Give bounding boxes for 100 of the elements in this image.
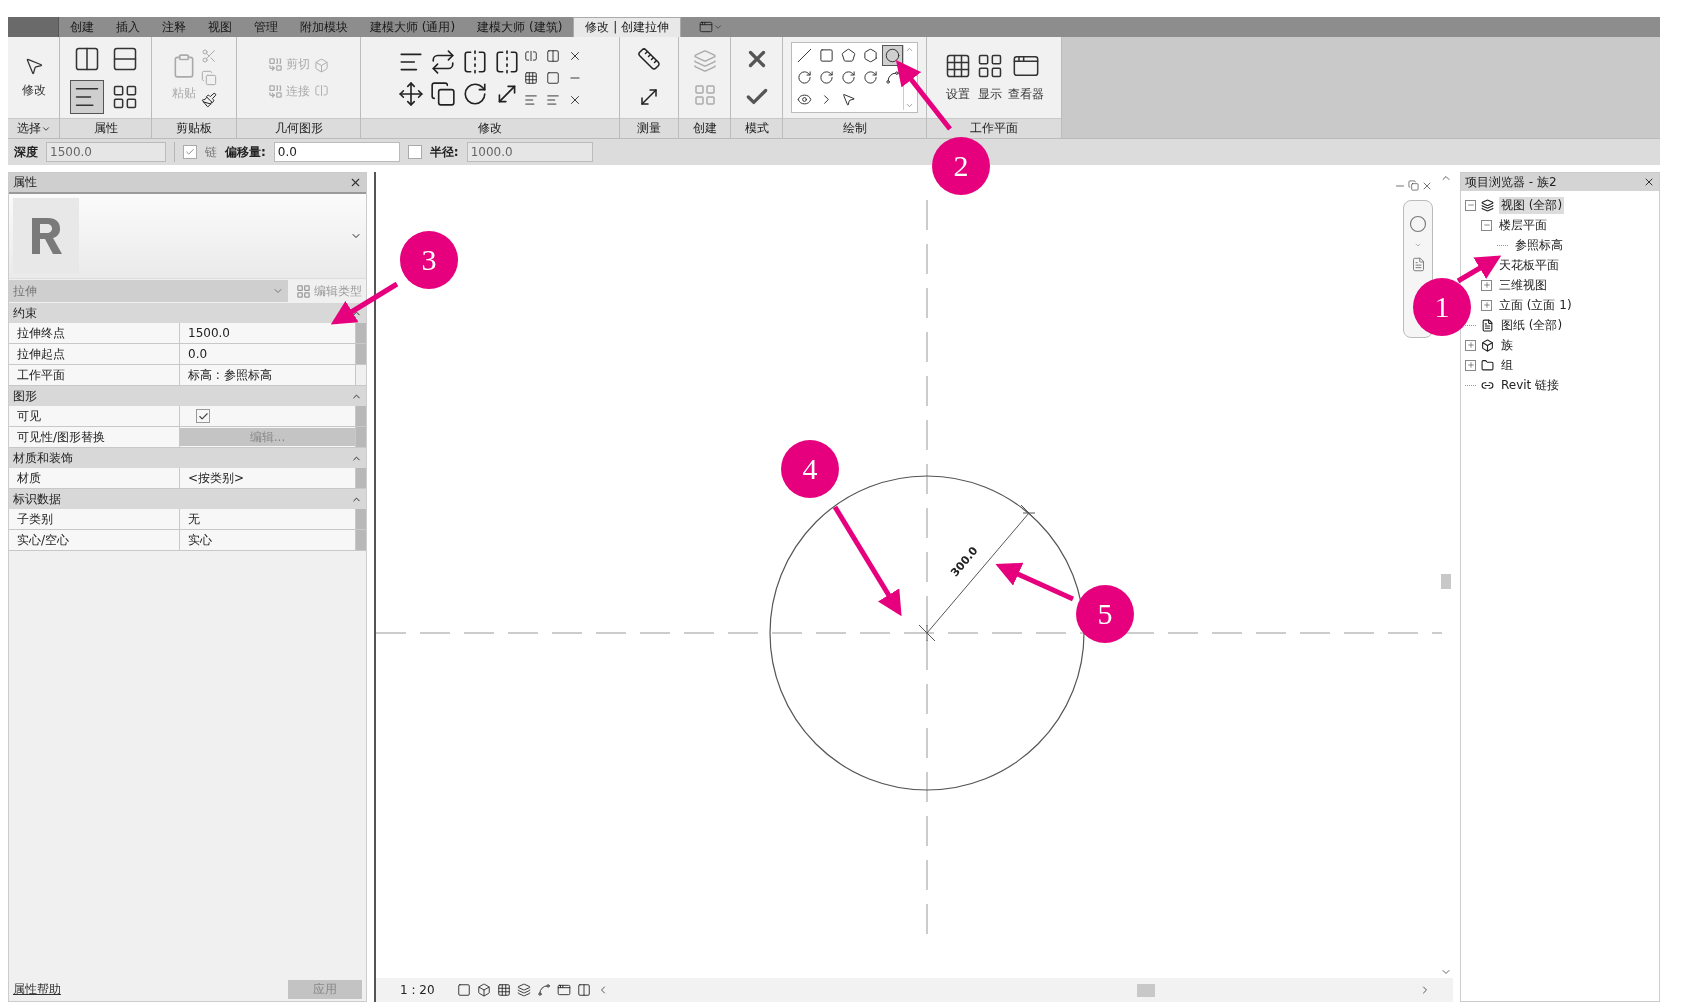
arc-icon	[841, 70, 856, 85]
ribbon-tab[interactable]: 插入	[105, 17, 151, 37]
tree-item[interactable]: 图纸 (全部)	[1499, 316, 1565, 334]
close-button[interactable]	[349, 176, 362, 189]
property-value[interactable]: <按类别>	[180, 468, 356, 488]
ribbon-tab[interactable]: 视图	[197, 17, 243, 37]
value-scroll-handle[interactable]	[356, 406, 366, 426]
restore-icon[interactable]	[1408, 180, 1419, 191]
tree-item[interactable]: 立面 (立面 1)	[1497, 296, 1574, 314]
check-icon	[185, 147, 195, 157]
expand-toggle[interactable]	[1465, 339, 1476, 351]
circle-icon	[885, 48, 900, 63]
copy-icon[interactable]	[430, 80, 456, 107]
tree-item[interactable]: 楼层平面	[1497, 216, 1549, 234]
group-header: 标识数据	[13, 490, 61, 508]
panel-label: 属性	[60, 118, 151, 138]
show-crop-icon[interactable]	[576, 983, 591, 997]
view-scale[interactable]: 1 : 20	[400, 983, 435, 997]
tree-item[interactable]: 天花板平面	[1497, 256, 1561, 274]
visible-checkbox[interactable]	[196, 409, 210, 423]
property-value[interactable]: 1500.0	[180, 323, 356, 343]
scrollbar-thumb[interactable]	[1441, 574, 1451, 589]
mirror-icon[interactable]	[462, 48, 488, 75]
work-plane-button[interactable]: 查看器	[1008, 52, 1044, 103]
close-icon	[1643, 176, 1655, 188]
value-scroll-handle[interactable]	[356, 468, 366, 488]
grid-icon	[976, 52, 1004, 80]
ribbon-tab[interactable]: 修改 | 创建拉伸	[573, 17, 682, 37]
property-name: 工作平面	[9, 365, 180, 385]
circumscribed-polygon-icon	[863, 48, 878, 63]
value-scroll-handle[interactable]	[356, 509, 366, 529]
value-scroll-handle[interactable]	[356, 323, 366, 343]
scrollbar-thumb[interactable]	[1136, 983, 1155, 997]
panel-label: 修改	[361, 118, 619, 138]
property-name: 可见性/图形替换	[9, 427, 180, 447]
tree-item[interactable]: 参照标高	[1513, 236, 1565, 254]
scroll-down-icon[interactable]	[905, 101, 914, 110]
collapse-toggle[interactable]	[1465, 199, 1476, 211]
modify-button[interactable]: 修改	[21, 56, 46, 99]
ribbon-tab[interactable]: 管理	[243, 17, 289, 37]
panel-title: 项目浏览器 - 族2	[1465, 173, 1557, 191]
grid-icon	[944, 52, 972, 80]
minus-icon	[1466, 201, 1475, 209]
expand-toggle[interactable]	[1465, 359, 1476, 371]
close-icon[interactable]	[1421, 180, 1433, 192]
property-value[interactable]: 无	[180, 509, 356, 529]
rectangle-icon	[819, 48, 834, 63]
panel-label[interactable]: 选择	[8, 118, 59, 138]
arc-icon	[819, 70, 834, 85]
tree-item[interactable]: 视图 (全部)	[1499, 196, 1565, 214]
tree-item[interactable]: 三维视图	[1497, 276, 1549, 294]
crop-view-icon[interactable]	[556, 983, 571, 997]
rotate-icon[interactable]	[462, 80, 488, 107]
overlap-squares-icon	[268, 83, 283, 99]
tree-item[interactable]: Revit 链接	[1499, 376, 1562, 394]
work-plane-button[interactable]: 显示	[976, 52, 1004, 103]
work-plane-button[interactable]: 设置	[944, 52, 972, 103]
group-icon	[1481, 358, 1494, 372]
group-header: 约束	[13, 304, 37, 322]
brush-icon[interactable]	[201, 91, 217, 108]
property-value[interactable]: 标高 : 参照标高	[180, 365, 356, 385]
spline-icon	[885, 70, 900, 85]
properties-tool-button[interactable]	[69, 79, 104, 114]
draw-tool-button[interactable]	[882, 45, 903, 66]
value-scroll-handle[interactable]	[356, 530, 366, 550]
ribbon-tab[interactable]: 建模大师 (通用)	[359, 17, 467, 37]
offset-icon[interactable]	[430, 48, 456, 75]
ribbon-tab[interactable]: 附加模块	[289, 17, 359, 37]
group-header: 材质和装饰	[13, 449, 73, 467]
property-value[interactable]: 实心	[180, 530, 356, 550]
ribbon-tab[interactable]: 注释	[151, 17, 197, 37]
ribbon-tab[interactable]: 建模大师 (建筑)	[466, 17, 574, 37]
array-icon[interactable]	[524, 70, 538, 85]
radius-label: 半径:	[429, 143, 459, 161]
tree-item[interactable]: 族	[1499, 336, 1515, 354]
ribbon-tab[interactable]: 创建	[59, 17, 105, 37]
collapse-toggle[interactable]	[1481, 219, 1492, 231]
property-value[interactable]: 0.0	[180, 344, 356, 364]
scroll-up-icon[interactable]	[905, 45, 914, 54]
expand-toggle[interactable]	[1481, 299, 1492, 311]
visual-style-icon[interactable]	[476, 983, 491, 997]
help-link[interactable]: 属性帮助	[13, 980, 61, 998]
panel-toggle-icon[interactable]	[699, 20, 714, 34]
depth-label: 深度	[14, 143, 38, 161]
panel-label: 几何图形	[237, 118, 360, 138]
offset-field[interactable]: 0.0	[273, 142, 400, 162]
mirror-draw-icon[interactable]	[494, 48, 520, 75]
sheet-icon	[1481, 318, 1494, 332]
value-scroll-handle[interactable]	[356, 427, 366, 447]
caret-icon[interactable]	[713, 22, 724, 32]
measure-icon[interactable]	[637, 46, 661, 71]
property-name: 实心/空心	[9, 530, 180, 550]
check-icon	[197, 410, 209, 422]
tree-item[interactable]: 组	[1499, 356, 1515, 374]
close-button[interactable]	[1643, 176, 1655, 188]
value-scroll-handle[interactable]	[356, 344, 366, 364]
expand-toggle[interactable]	[1481, 279, 1492, 291]
center-mark	[918, 624, 936, 642]
chain-label: 链	[205, 143, 217, 161]
move-icon[interactable]	[398, 80, 424, 107]
